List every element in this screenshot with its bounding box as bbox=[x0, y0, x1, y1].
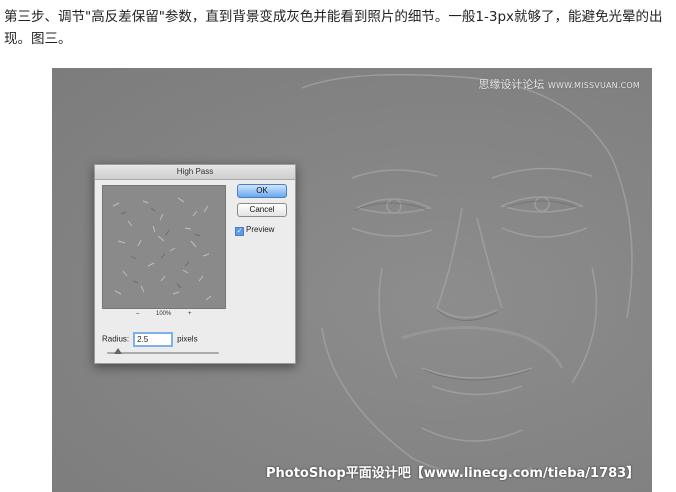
zoom-in-button[interactable]: + bbox=[188, 311, 192, 317]
zoom-level: 100% bbox=[156, 311, 172, 317]
watermark-cn-text: 思缘设计论坛 bbox=[478, 78, 545, 91]
high-pass-dialog: High Pass – 100% + OK Cancel ✓ Preview R… bbox=[94, 164, 296, 364]
radius-label: Radius: bbox=[102, 334, 130, 344]
radius-input[interactable]: 2.5 bbox=[133, 332, 174, 347]
watermark-en-text: WWW.MISSVUAN.COM bbox=[547, 81, 640, 90]
preview-label: Preview bbox=[246, 225, 275, 234]
article-caption: 第三步、调节"高反差保留"参数，直到背景变成灰色并能看到照片的细节。一般1-3p… bbox=[4, 9, 663, 47]
preview-texture bbox=[112, 197, 212, 301]
preview-checkbox[interactable]: ✓ bbox=[235, 227, 244, 236]
watermark-top: 思缘设计论坛 WWW.MISSVUAN.COM bbox=[478, 76, 640, 92]
watermark-bottom: PhotoShop平面设计吧【www.linecg.com/tieba/1783… bbox=[266, 466, 640, 481]
radius-unit: pixels bbox=[177, 334, 198, 344]
dialog-title[interactable]: High Pass bbox=[95, 165, 295, 180]
radius-slider-thumb[interactable] bbox=[114, 348, 123, 354]
preview-checkbox-row[interactable]: ✓ Preview bbox=[235, 225, 274, 236]
zoom-out-button[interactable]: – bbox=[136, 311, 139, 317]
ok-button[interactable]: OK bbox=[237, 184, 287, 198]
radius-row: Radius: 2.5 pixels bbox=[102, 332, 198, 347]
filter-preview-pane[interactable] bbox=[102, 185, 226, 309]
cancel-button[interactable]: Cancel bbox=[237, 203, 287, 217]
radius-slider-track[interactable] bbox=[107, 352, 219, 354]
